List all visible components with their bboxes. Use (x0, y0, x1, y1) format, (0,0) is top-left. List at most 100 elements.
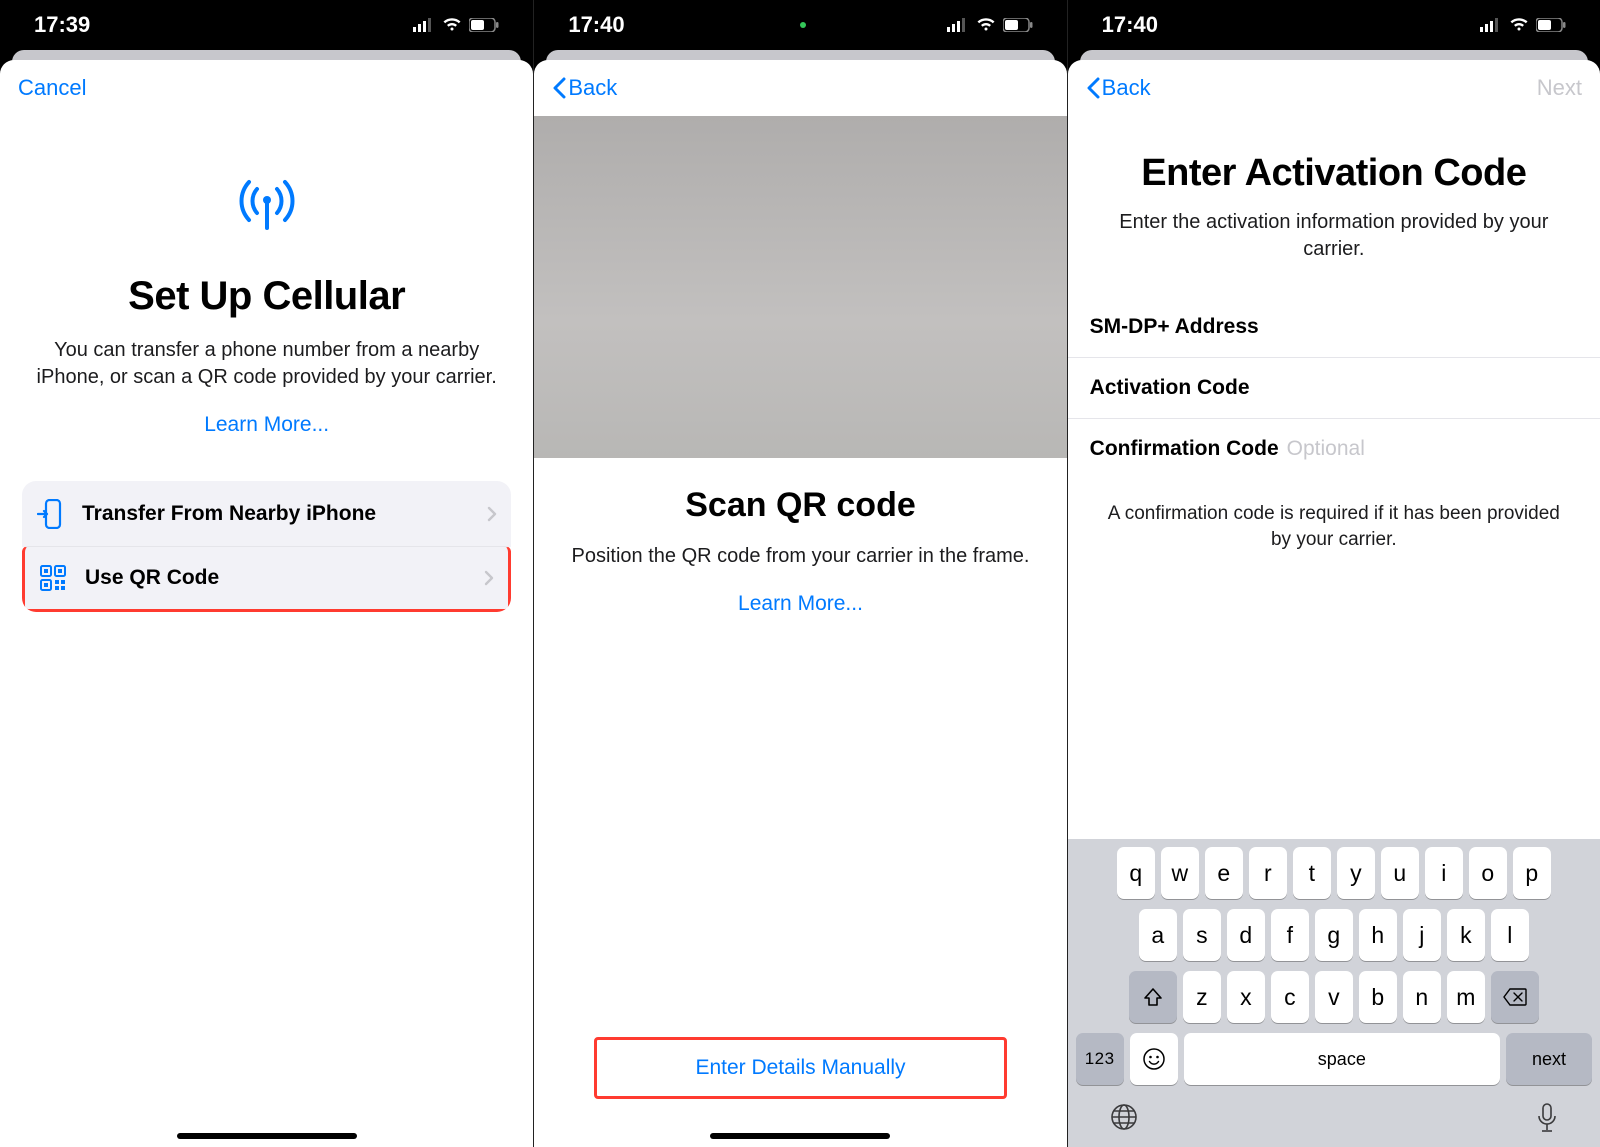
emoji-key[interactable] (1130, 1033, 1178, 1085)
key-u[interactable]: u (1381, 847, 1419, 899)
delete-key[interactable] (1491, 971, 1539, 1023)
option-use-qr-code[interactable]: Use QR Code (22, 546, 511, 612)
key-k[interactable]: k (1447, 909, 1485, 961)
key-m[interactable]: m (1447, 971, 1485, 1023)
page-subtitle: Position the QR code from your carrier i… (570, 543, 1030, 570)
key-e[interactable]: e (1205, 847, 1243, 899)
form-section: Enter Activation Code Enter the activati… (1068, 152, 1600, 552)
option-label: Transfer From Nearby iPhone (82, 502, 376, 526)
keyboard-row-2: asdfghjkl (1072, 909, 1596, 961)
enter-details-label: Enter Details Manually (695, 1056, 905, 1079)
back-label: Back (1102, 75, 1151, 101)
modal-sheet: Back Next Enter Activation Code Enter th… (1068, 60, 1600, 1147)
key-n[interactable]: n (1403, 971, 1441, 1023)
status-icons (947, 18, 1033, 32)
key-t[interactable]: t (1293, 847, 1331, 899)
qr-code-icon (39, 565, 67, 591)
modal-sheet: Cancel Set Up Cellular You can transfer … (0, 60, 533, 1147)
cellular-icon (947, 18, 969, 32)
chevron-right-icon (484, 570, 494, 586)
learn-more-link[interactable]: Learn More... (534, 592, 1066, 616)
nav-bar: Back (534, 60, 1066, 116)
next-key[interactable]: next (1506, 1033, 1592, 1085)
activation-code-field[interactable]: Activation Code (1068, 358, 1600, 419)
next-button-disabled: Next (1537, 75, 1582, 101)
transfer-icon (36, 499, 64, 529)
key-r[interactable]: r (1249, 847, 1287, 899)
cellular-icon (1480, 18, 1502, 32)
cellular-antenna-icon (0, 176, 533, 230)
key-x[interactable]: x (1227, 971, 1265, 1023)
options-list: Transfer From Nearby iPhone Use QR Code (22, 481, 511, 612)
status-icons (1480, 18, 1566, 32)
status-bar: 17:40 (534, 0, 1066, 50)
key-g[interactable]: g (1315, 909, 1353, 961)
home-indicator[interactable] (177, 1133, 357, 1139)
dictate-key[interactable] (1536, 1103, 1558, 1133)
key-p[interactable]: p (1513, 847, 1551, 899)
phone-screen-2: 17:40 Back Scan QR code Position the QR … (533, 0, 1066, 1147)
learn-more-link[interactable]: Learn More... (0, 413, 533, 437)
field-label: SM-DP+ Address (1090, 315, 1259, 339)
status-icons (413, 18, 499, 32)
status-time: 17:40 (1102, 12, 1158, 38)
back-button[interactable]: Back (552, 75, 617, 101)
key-y[interactable]: y (1337, 847, 1375, 899)
back-label: Back (568, 75, 617, 101)
enter-details-manually-button[interactable]: Enter Details Manually (594, 1037, 1006, 1099)
keyboard-row-1: qwertyuiop (1072, 847, 1596, 899)
smdp-address-field[interactable]: SM-DP+ Address (1068, 297, 1600, 358)
shift-key[interactable] (1129, 971, 1177, 1023)
chevron-right-icon (487, 506, 497, 522)
key-o[interactable]: o (1469, 847, 1507, 899)
wifi-icon (976, 18, 996, 32)
emoji-icon (1142, 1047, 1166, 1071)
field-label: Confirmation Code (1090, 437, 1279, 461)
phone-screen-3: 17:40 Back Next Enter Activation Code En… (1067, 0, 1600, 1147)
keyboard-row-3: zxcvbnm (1072, 971, 1596, 1023)
key-b[interactable]: b (1359, 971, 1397, 1023)
option-transfer-nearby[interactable]: Transfer From Nearby iPhone (22, 481, 511, 547)
key-w[interactable]: w (1161, 847, 1199, 899)
shift-icon (1143, 987, 1163, 1007)
page-subtitle: Enter the activation information provide… (1104, 209, 1564, 263)
delete-icon (1503, 988, 1527, 1006)
key-l[interactable]: l (1491, 909, 1529, 961)
microphone-icon (1536, 1103, 1558, 1133)
camera-preview[interactable] (534, 116, 1066, 458)
wifi-icon (442, 18, 462, 32)
space-key[interactable]: space (1184, 1033, 1500, 1085)
key-s[interactable]: s (1183, 909, 1221, 961)
form-note: A confirmation code is required if it ha… (1108, 501, 1560, 552)
key-j[interactable]: j (1403, 909, 1441, 961)
key-i[interactable]: i (1425, 847, 1463, 899)
key-d[interactable]: d (1227, 909, 1265, 961)
nav-bar: Cancel (0, 60, 533, 116)
chevron-left-icon (552, 77, 566, 99)
cancel-button[interactable]: Cancel (18, 75, 86, 101)
option-label: Use QR Code (85, 566, 219, 590)
globe-icon (1110, 1103, 1138, 1131)
status-bar: 17:39 (0, 0, 533, 50)
wifi-icon (1509, 18, 1529, 32)
key-q[interactable]: q (1117, 847, 1155, 899)
key-v[interactable]: v (1315, 971, 1353, 1023)
numbers-key[interactable]: 123 (1076, 1033, 1124, 1085)
key-a[interactable]: a (1139, 909, 1177, 961)
cellular-icon (413, 18, 435, 32)
status-time: 17:40 (568, 12, 624, 38)
key-f[interactable]: f (1271, 909, 1309, 961)
key-c[interactable]: c (1271, 971, 1309, 1023)
phone-screen-1: 17:39 Cancel Set Up Cellular You (0, 0, 533, 1147)
key-h[interactable]: h (1359, 909, 1397, 961)
nav-bar: Back Next (1068, 60, 1600, 116)
home-indicator[interactable] (710, 1133, 890, 1139)
globe-key[interactable] (1110, 1103, 1138, 1133)
battery-icon (469, 18, 499, 32)
back-button[interactable]: Back (1086, 75, 1151, 101)
battery-icon (1003, 18, 1033, 32)
keyboard-row-4: 123 space next (1076, 1033, 1592, 1085)
battery-icon (1536, 18, 1566, 32)
key-z[interactable]: z (1183, 971, 1221, 1023)
confirmation-code-field[interactable]: Confirmation Code Optional (1068, 419, 1600, 479)
